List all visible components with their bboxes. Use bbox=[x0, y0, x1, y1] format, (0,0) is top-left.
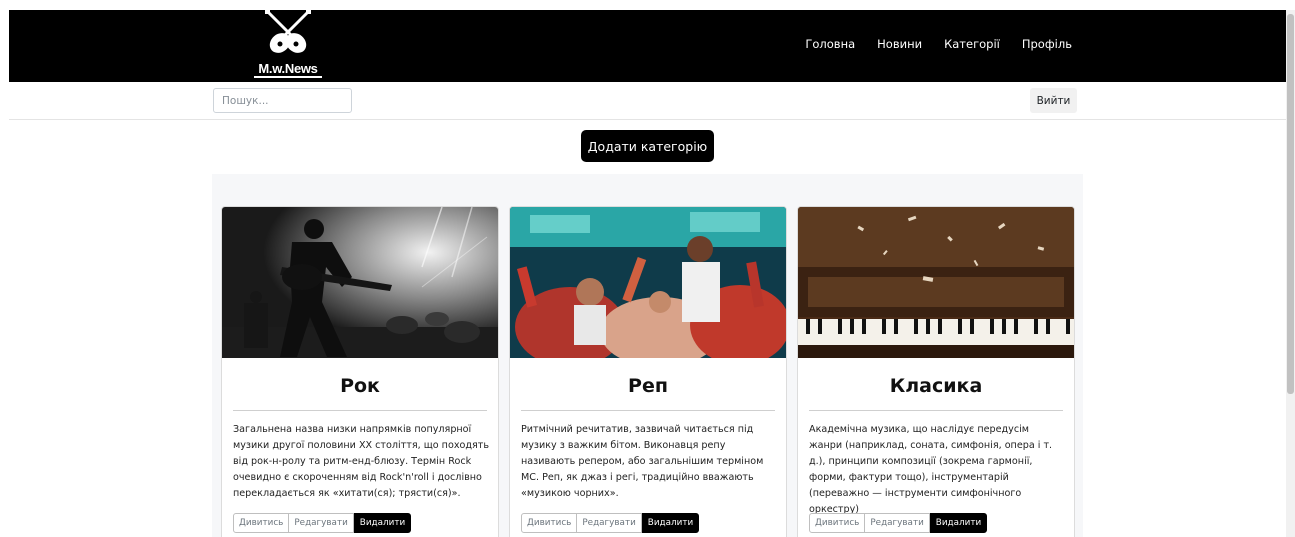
card-actions: Дивитись Редагувати Видалити bbox=[521, 513, 700, 533]
logo-text: M.w.News bbox=[258, 61, 318, 76]
nav-categories[interactable]: Категорії bbox=[944, 37, 1000, 51]
card-divider bbox=[233, 410, 487, 411]
crossed-guitars-icon bbox=[265, 10, 311, 53]
view-button[interactable]: Дивитись bbox=[233, 513, 290, 533]
scrollbar-thumb[interactable] bbox=[1287, 14, 1294, 394]
category-image-classic bbox=[798, 207, 1074, 358]
card-title: Класика bbox=[889, 375, 983, 397]
card-title: Рок bbox=[340, 375, 380, 397]
view-button[interactable]: Дивитись bbox=[809, 513, 866, 533]
page-scrollbar[interactable] bbox=[1286, 10, 1295, 537]
view-button[interactable]: Дивитись bbox=[521, 513, 578, 533]
logo-underline bbox=[254, 76, 322, 78]
search-input[interactable] bbox=[213, 88, 352, 113]
category-card-rock: Рок Загальнена назва низки напрямків поп… bbox=[221, 206, 499, 537]
card-divider bbox=[809, 410, 1063, 411]
nav-profile[interactable]: Профіль bbox=[1022, 37, 1072, 51]
card-title: Реп bbox=[628, 375, 668, 397]
edit-button[interactable]: Редагувати bbox=[289, 513, 354, 533]
delete-button[interactable]: Видалити bbox=[929, 513, 988, 533]
delete-button[interactable]: Видалити bbox=[353, 513, 412, 533]
top-navbar: M.w.News Головна Новини Категорії Профіл… bbox=[9, 10, 1286, 82]
nav-home[interactable]: Головна bbox=[805, 37, 855, 51]
page: M.w.News Головна Новини Категорії Профіл… bbox=[0, 0, 1295, 537]
card-actions: Дивитись Редагувати Видалити bbox=[233, 513, 412, 533]
card-actions: Дивитись Редагувати Видалити bbox=[809, 513, 988, 533]
logout-button[interactable]: Вийти bbox=[1030, 88, 1077, 113]
categories-grid: Рок Загальнена назва низки напрямків поп… bbox=[212, 174, 1083, 537]
card-divider bbox=[521, 410, 775, 411]
site-logo[interactable]: M.w.News bbox=[252, 10, 324, 78]
card-description: Академічна музика, що наслідує передусім… bbox=[809, 424, 1053, 515]
card-description: Ритмічний речитатив, зазвичай читається … bbox=[521, 424, 764, 499]
nav-news[interactable]: Новини bbox=[877, 37, 922, 51]
card-description: Загальнена назва низки напрямків популяр… bbox=[233, 424, 490, 499]
search-bar-row: Вийти bbox=[9, 82, 1286, 120]
delete-button[interactable]: Видалити bbox=[641, 513, 700, 533]
add-category-button[interactable]: Додати категорію bbox=[581, 130, 714, 162]
category-card-rap: Реп Ритмічний речитатив, зазвичай читаєт… bbox=[509, 206, 787, 537]
main-nav: Головна Новини Категорії Профіль bbox=[805, 37, 1072, 51]
category-card-classic: Класика Академічна музика, що наслідує п… bbox=[797, 206, 1075, 537]
edit-button[interactable]: Редагувати bbox=[865, 513, 930, 533]
edit-button[interactable]: Редагувати bbox=[577, 513, 642, 533]
category-image-rap bbox=[510, 207, 786, 358]
category-image-rock bbox=[222, 207, 498, 358]
